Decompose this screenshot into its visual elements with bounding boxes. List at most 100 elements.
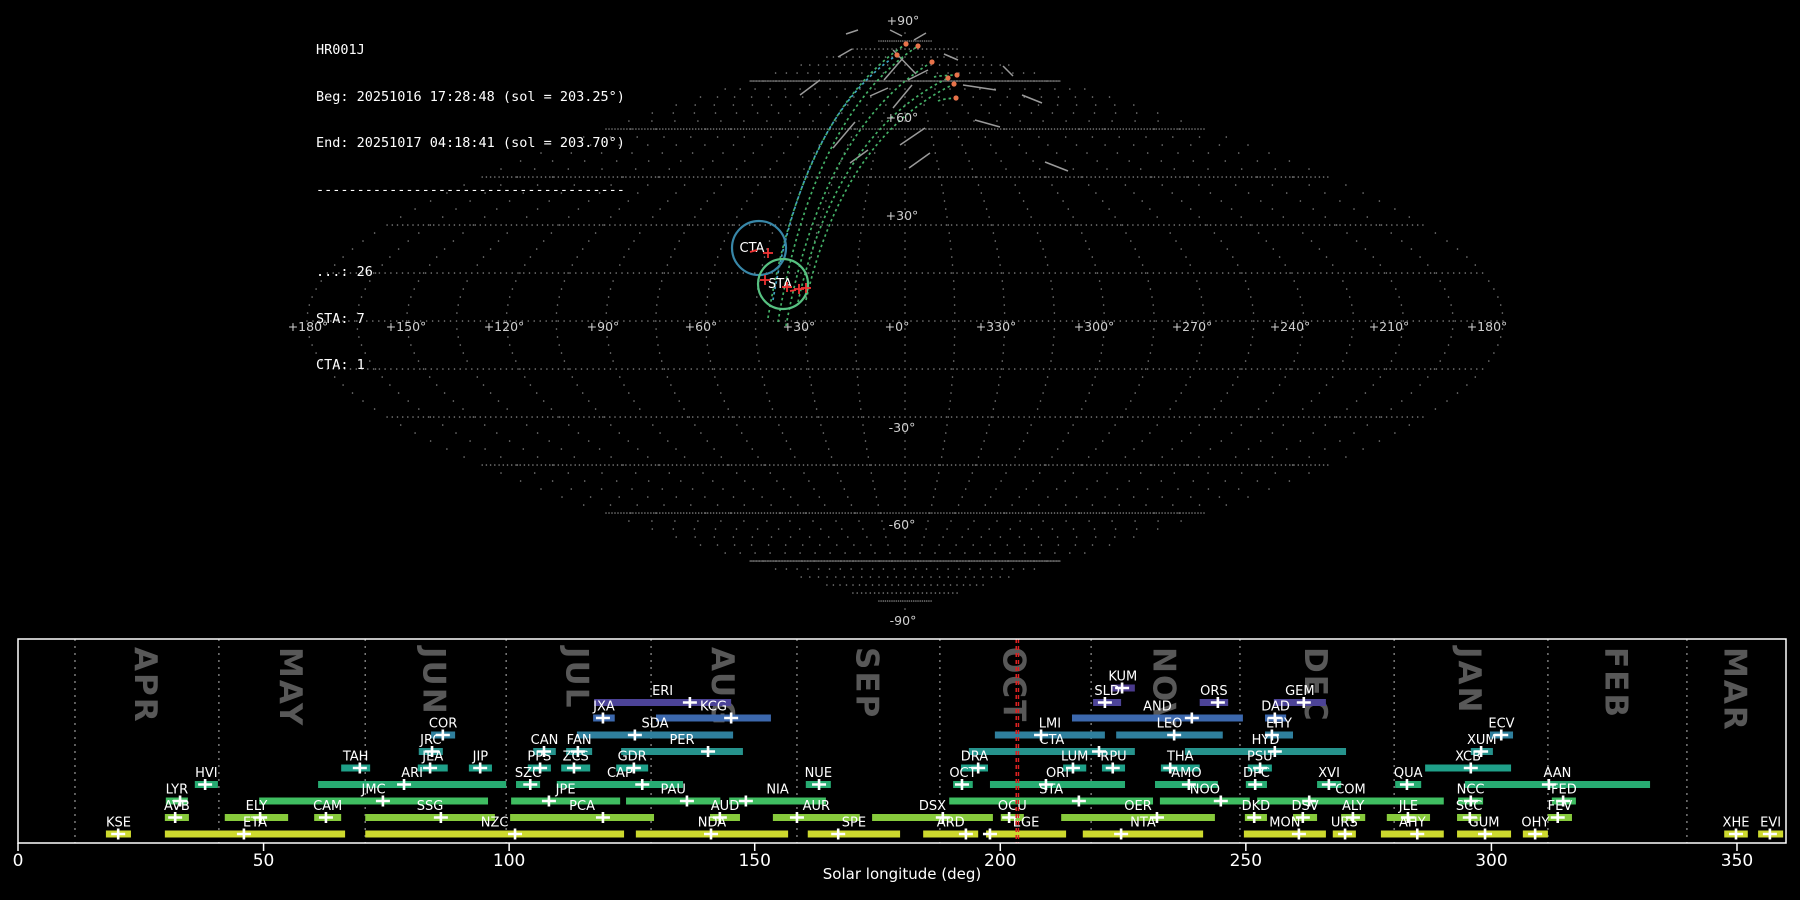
x-tick-label: 250: [1230, 851, 1262, 871]
latitude-tick-label: -30°: [889, 420, 916, 435]
trail-tip-dot: [929, 59, 935, 65]
shower-label-JIP: JIP: [472, 750, 489, 765]
shower-label-KUM: KUM: [1108, 670, 1137, 685]
shower-label-CTA: CTA: [1039, 733, 1064, 748]
sporadic-meteor-trail: [908, 152, 931, 169]
shower-label-NOO: NOO: [1190, 783, 1220, 798]
longitude-tick-label: +270°: [1172, 319, 1213, 334]
latitude-tick-label: +60°: [886, 110, 919, 125]
shower-label-ALY: ALY: [1342, 799, 1364, 814]
shower-bar-JMC: [259, 797, 489, 805]
shower-label-XCB: XCB: [1455, 750, 1481, 765]
shower-label-XHE: XHE: [1723, 816, 1750, 831]
shower-peak-marker-AND: [1184, 712, 1199, 724]
shower-label-SCC: SCC: [1456, 799, 1482, 814]
radiant-trail-fragment: [789, 289, 797, 292]
longitude-tick-label: +300°: [1074, 319, 1115, 334]
shower-bar-ARI: [318, 781, 507, 788]
month-label: JAN: [1451, 645, 1487, 714]
x-tick-label: 0: [13, 851, 24, 871]
latitude-tick-label: +30°: [886, 208, 919, 223]
shower-label-CAN: CAN: [531, 733, 559, 748]
shower-label-LMI: LMI: [1039, 717, 1061, 732]
shower-label-AVB: AVB: [164, 799, 190, 814]
month-label: FEB: [1597, 647, 1633, 719]
shower-label-OCU: OCU: [998, 799, 1027, 814]
longitude-tick-label: +60°: [685, 319, 718, 334]
shower-peak-marker-ERI: [682, 697, 697, 708]
shower-label-ETA: ETA: [243, 816, 267, 831]
month-label: JUL: [559, 645, 595, 709]
radiant-label-sta: STA: [768, 277, 792, 292]
sporadic-meteor-trail: [849, 149, 869, 164]
shower-peak-marker-EGE: [982, 828, 997, 840]
shower-bar-ETA: [164, 830, 346, 838]
shower-label-LEO: LEO: [1157, 717, 1183, 732]
x-tick-label: 200: [984, 851, 1016, 871]
shower-label-RPU: RPU: [1100, 750, 1126, 765]
station-id: HR001J: [316, 42, 365, 58]
shower-label-NDA: NDA: [698, 816, 727, 831]
shower-peak-marker-NTA: [1114, 828, 1129, 840]
longitude-tick-label: +180°: [1467, 319, 1508, 334]
shower-label-PCA: PCA: [569, 799, 595, 814]
shower-bar-SDA: [576, 731, 734, 739]
shower-peak-marker-PER: [701, 746, 716, 757]
shower-label-FED: FED: [1551, 783, 1577, 798]
shower-label-COR: COR: [429, 717, 457, 732]
shower-bar-NZC: [365, 830, 625, 838]
meteor-trail: [797, 77, 949, 303]
observation-begin: Beg: 20251016 17:28:48 (sol = 203.25°): [316, 88, 625, 105]
shower-label-AAN: AAN: [1544, 766, 1572, 781]
shower-bar-EGE: [986, 830, 1067, 838]
trail-tip-dot: [894, 52, 900, 58]
month-label: SEP: [848, 647, 884, 719]
x-tick-label: 150: [738, 851, 770, 871]
shower-label-SSG: SSG: [417, 799, 444, 814]
shower-label-PPS: PPS: [527, 750, 551, 765]
meteor-trail: [937, 97, 957, 102]
shower-label-ARI: ARI: [401, 766, 423, 781]
latitude-tick-label: +90°: [887, 13, 920, 28]
shower-label-DPC: DPC: [1243, 766, 1270, 781]
sta-count: STA: 7: [316, 310, 365, 327]
longitude-tick-label: +0°: [885, 319, 910, 334]
shower-label-CAP: CAP: [607, 766, 633, 781]
shower-label-AHY: AHY: [1399, 816, 1426, 831]
x-tick-label: 350: [1721, 851, 1753, 871]
shower-label-NTA: NTA: [1130, 816, 1156, 831]
shower-label-DRA: DRA: [961, 750, 989, 765]
sporadic-trails: [799, 29, 1069, 172]
shower-label-AUR: AUR: [803, 799, 830, 814]
meteor-activity-screen: CTA STA +180° +150° +120° +90° +60° +30° +0° +330…: [0, 0, 1800, 900]
shower-label-DAD: DAD: [1261, 700, 1290, 715]
shower-label-EHY: EHY: [1266, 717, 1292, 732]
shower-label-OCT: OCT: [949, 766, 976, 781]
sporadic-meteor-trail: [837, 48, 853, 58]
shower-bar-PCA: [510, 814, 655, 821]
shower-label-HYD: HYD: [1252, 733, 1280, 748]
shower-peak-marker-JPE: [541, 795, 556, 807]
shower-label-MON: MON: [1269, 816, 1300, 831]
shower-label-LYR: LYR: [166, 783, 189, 798]
shower-label-ORS: ORS: [1200, 684, 1228, 699]
longitude-tick-label: +330°: [976, 319, 1017, 334]
shower-label-COM: COM: [1335, 783, 1366, 798]
x-axis-title: Solar longitude (deg): [823, 865, 981, 883]
shower-bar-STA: [949, 797, 1154, 805]
x-tick-label: 300: [1475, 851, 1507, 871]
latitude-tick-label: -90°: [890, 613, 917, 628]
shower-label-SZC: SZC: [515, 766, 541, 781]
sporadic-meteor-trail: [845, 29, 859, 35]
shower-label-DKD: DKD: [1242, 799, 1271, 814]
meteor-trail: [777, 45, 919, 323]
month-label: MAR: [1716, 647, 1752, 732]
cta-count: CTA: 1: [316, 357, 365, 373]
shower-label-URS: URS: [1331, 816, 1358, 831]
shower-peak-marker-PCA: [595, 812, 610, 823]
cta-meteor-trails: [772, 52, 900, 301]
observation-end: End: 20251017 04:18:41 (sol = 203.70°): [316, 135, 625, 151]
month-label: JUN: [416, 645, 452, 716]
shower-peak-marker-CAP: [635, 779, 650, 790]
shower-bar-SSG: [365, 814, 495, 821]
